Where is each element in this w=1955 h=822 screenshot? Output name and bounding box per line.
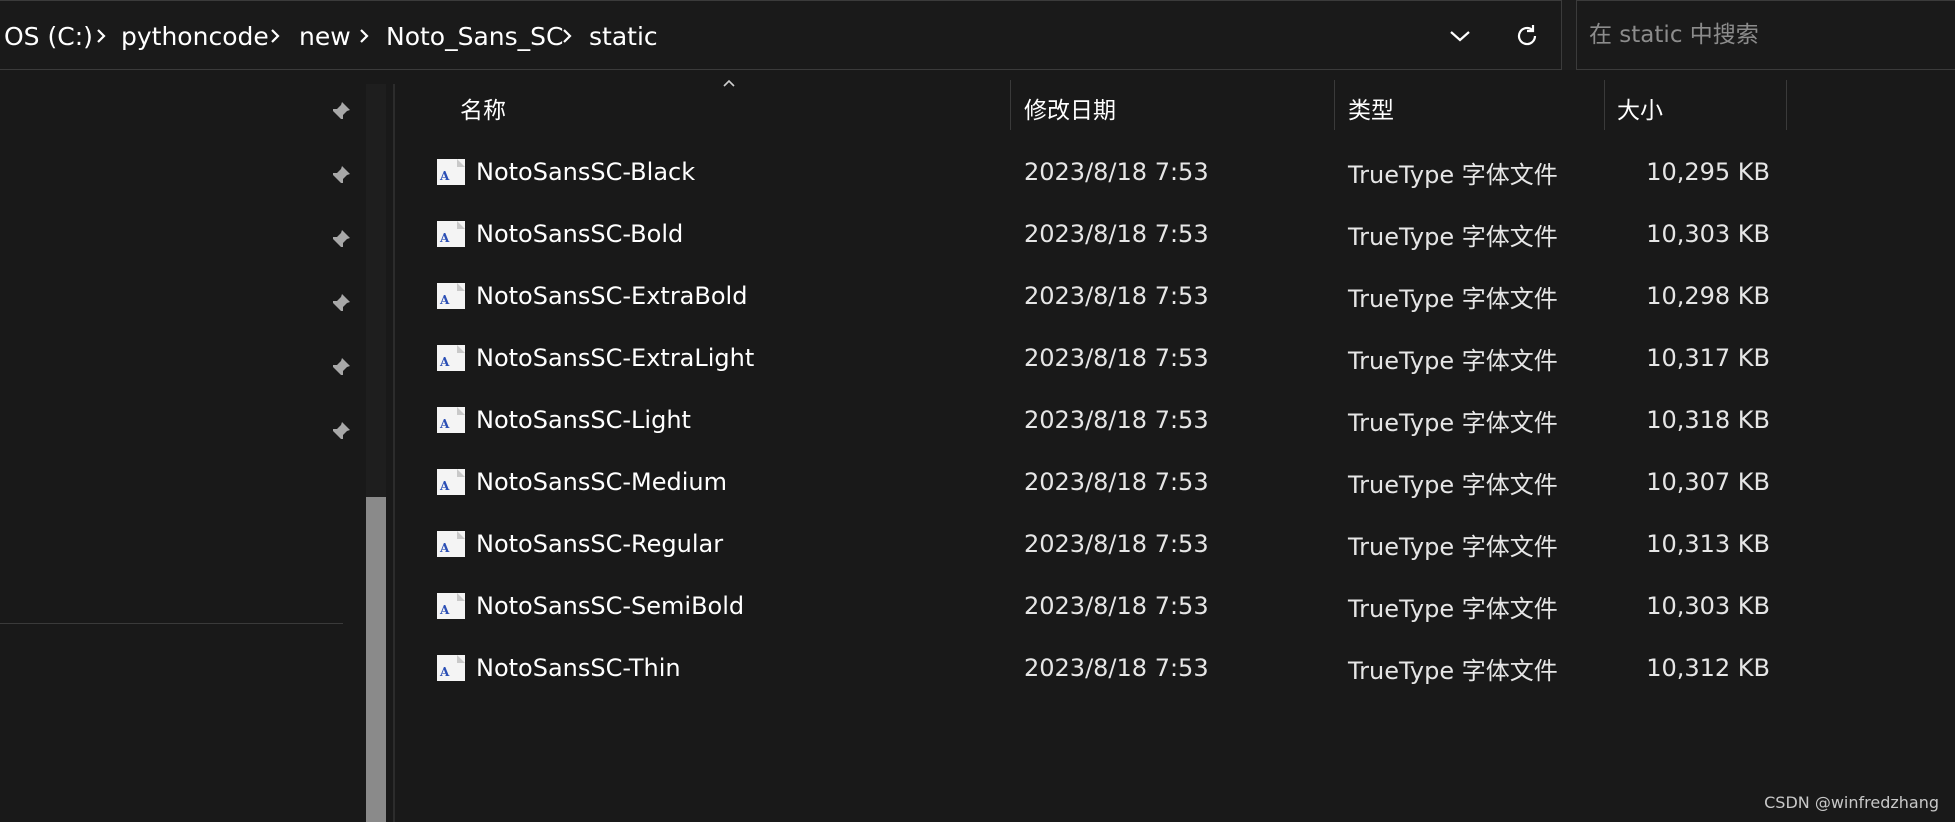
file-size: 10,298 KB — [1646, 282, 1770, 310]
font-file-icon: A — [437, 531, 465, 557]
file-row[interactable]: A NotoSansSC-Regular 2023/8/18 7:53 True… — [420, 513, 1800, 575]
file-modified: 2023/8/18 7:53 — [1024, 592, 1209, 620]
font-file-icon: A — [437, 593, 465, 619]
pin-icon[interactable] — [328, 164, 352, 188]
svg-text:A: A — [439, 355, 450, 369]
nav-divider — [0, 623, 343, 624]
file-type: TrueType 字体文件 — [1348, 284, 1558, 313]
file-row[interactable]: A NotoSansSC-Medium 2023/8/18 7:53 TrueT… — [420, 451, 1800, 513]
file-row[interactable]: A NotoSansSC-Light 2023/8/18 7:53 TrueTy… — [420, 389, 1800, 451]
file-name: NotoSansSC-Bold — [476, 220, 684, 248]
file-name: NotoSansSC-Regular — [476, 530, 724, 558]
column-headers: 名称 修改日期 类型 大小 — [0, 80, 1955, 136]
breadcrumb-os-c[interactable]: OS (C:) — [4, 1, 93, 71]
search-input[interactable] — [1587, 1, 1947, 69]
file-row[interactable]: A NotoSansSC-Black 2023/8/18 7:53 TrueTy… — [420, 141, 1800, 203]
svg-text:A: A — [439, 231, 450, 245]
watermark: CSDN @winfredzhang — [1764, 793, 1939, 812]
file-size: 10,295 KB — [1646, 158, 1770, 186]
address-bar[interactable]: OS (C:) pythoncode new Noto_Sans_SC stat… — [0, 0, 1562, 70]
file-size: 10,303 KB — [1646, 220, 1770, 248]
column-separator[interactable] — [1334, 80, 1335, 130]
file-modified: 2023/8/18 7:53 — [1024, 158, 1209, 186]
svg-text:A: A — [439, 169, 450, 183]
file-row[interactable]: A NotoSansSC-Bold 2023/8/18 7:53 TrueTyp… — [420, 203, 1800, 265]
file-type: TrueType 字体文件 — [1348, 594, 1558, 623]
breadcrumb-new[interactable]: new — [299, 1, 351, 71]
font-file-icon: A — [437, 283, 465, 309]
file-modified: 2023/8/18 7:53 — [1024, 344, 1209, 372]
font-file-icon: A — [437, 159, 465, 185]
file-name: NotoSansSC-ExtraBold — [476, 282, 748, 310]
column-header-modified[interactable]: 修改日期 — [1024, 80, 1334, 136]
file-type: TrueType 字体文件 — [1348, 222, 1558, 251]
column-separator[interactable] — [1786, 80, 1787, 130]
pin-icon[interactable] — [328, 356, 352, 380]
file-size: 10,312 KB — [1646, 654, 1770, 682]
file-size: 10,307 KB — [1646, 468, 1770, 496]
file-row[interactable]: A NotoSansSC-Thin 2023/8/18 7:53 TrueTyp… — [420, 637, 1800, 699]
file-row[interactable]: A NotoSansSC-SemiBold 2023/8/18 7:53 Tru… — [420, 575, 1800, 637]
chevron-right-icon[interactable] — [94, 1, 108, 71]
column-header-size[interactable]: 大小 — [1617, 80, 1787, 136]
refresh-button[interactable] — [1505, 14, 1549, 58]
file-modified: 2023/8/18 7:53 — [1024, 530, 1209, 558]
file-type: TrueType 字体文件 — [1348, 346, 1558, 375]
column-separator[interactable] — [1010, 80, 1011, 130]
chevron-right-icon[interactable] — [357, 1, 371, 71]
file-name: NotoSansSC-Thin — [476, 654, 681, 682]
file-size: 10,317 KB — [1646, 344, 1770, 372]
pin-icon[interactable] — [328, 292, 352, 316]
column-separator[interactable] — [1604, 80, 1605, 130]
file-row[interactable]: A NotoSansSC-ExtraLight 2023/8/18 7:53 T… — [420, 327, 1800, 389]
file-type: TrueType 字体文件 — [1348, 532, 1558, 561]
pane-divider[interactable] — [393, 84, 395, 822]
svg-text:A: A — [439, 293, 450, 307]
svg-text:A: A — [439, 479, 450, 493]
file-size: 10,313 KB — [1646, 530, 1770, 558]
file-type: TrueType 字体文件 — [1348, 160, 1558, 189]
svg-text:A: A — [439, 665, 450, 679]
chevron-down-icon — [1450, 31, 1470, 42]
font-file-icon: A — [437, 345, 465, 371]
nav-scrollbar-thumb[interactable] — [366, 497, 386, 822]
file-name: NotoSansSC-Light — [476, 406, 691, 434]
column-header-name[interactable]: 名称 — [460, 80, 1010, 136]
font-file-icon: A — [437, 407, 465, 433]
file-row[interactable]: A NotoSansSC-ExtraBold 2023/8/18 7:53 Tr… — [420, 265, 1800, 327]
refresh-icon — [1517, 25, 1537, 46]
svg-text:A: A — [439, 541, 450, 555]
font-file-icon: A — [437, 469, 465, 495]
font-file-icon: A — [437, 655, 465, 681]
font-file-icon: A — [437, 221, 465, 247]
pin-icon[interactable] — [328, 420, 352, 444]
file-modified: 2023/8/18 7:53 — [1024, 406, 1209, 434]
pin-icon[interactable] — [328, 228, 352, 252]
search-box[interactable] — [1576, 0, 1955, 70]
svg-text:A: A — [439, 603, 450, 617]
top-bar: OS (C:) pythoncode new Noto_Sans_SC stat… — [0, 0, 1955, 70]
file-name: NotoSansSC-ExtraLight — [476, 344, 755, 372]
breadcrumb-static[interactable]: static — [589, 1, 658, 71]
column-header-type[interactable]: 类型 — [1348, 80, 1603, 136]
file-name: NotoSansSC-SemiBold — [476, 592, 745, 620]
file-name: NotoSansSC-Black — [476, 158, 696, 186]
chevron-right-icon[interactable] — [268, 1, 282, 71]
breadcrumb-noto-sans-sc[interactable]: Noto_Sans_SC — [386, 1, 563, 71]
file-type: TrueType 字体文件 — [1348, 656, 1558, 685]
file-size: 10,318 KB — [1646, 406, 1770, 434]
file-name: NotoSansSC-Medium — [476, 468, 728, 496]
svg-text:A: A — [439, 417, 450, 431]
chevron-right-icon[interactable] — [560, 1, 574, 71]
file-type: TrueType 字体文件 — [1348, 408, 1558, 437]
file-modified: 2023/8/18 7:53 — [1024, 220, 1209, 248]
file-size: 10,303 KB — [1646, 592, 1770, 620]
history-dropdown-button[interactable] — [1438, 14, 1482, 58]
file-modified: 2023/8/18 7:53 — [1024, 654, 1209, 682]
file-type: TrueType 字体文件 — [1348, 470, 1558, 499]
breadcrumb-pythoncode[interactable]: pythoncode — [121, 1, 269, 71]
file-modified: 2023/8/18 7:53 — [1024, 468, 1209, 496]
file-modified: 2023/8/18 7:53 — [1024, 282, 1209, 310]
navigation-pane — [0, 70, 362, 822]
